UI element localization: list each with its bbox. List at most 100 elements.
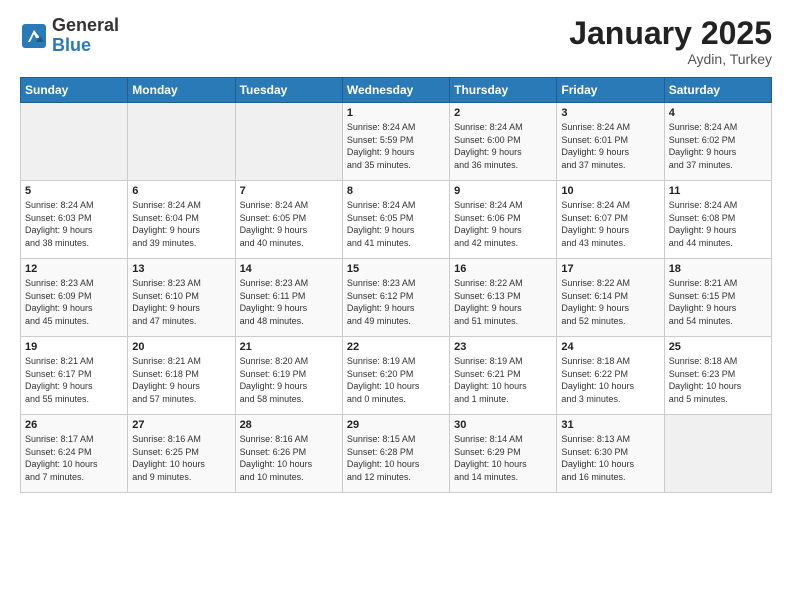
day-info: Sunrise: 8:24 AM Sunset: 6:06 PM Dayligh… [454,199,552,249]
calendar-cell [664,415,771,493]
day-info: Sunrise: 8:23 AM Sunset: 6:10 PM Dayligh… [132,277,230,327]
day-info: Sunrise: 8:24 AM Sunset: 6:07 PM Dayligh… [561,199,659,249]
day-info: Sunrise: 8:19 AM Sunset: 6:20 PM Dayligh… [347,355,445,405]
day-number: 26 [25,419,123,431]
day-info: Sunrise: 8:17 AM Sunset: 6:24 PM Dayligh… [25,433,123,483]
day-number: 17 [561,263,659,275]
day-number: 5 [25,185,123,197]
day-number: 16 [454,263,552,275]
day-number: 6 [132,185,230,197]
day-info: Sunrise: 8:19 AM Sunset: 6:21 PM Dayligh… [454,355,552,405]
day-info: Sunrise: 8:20 AM Sunset: 6:19 PM Dayligh… [240,355,338,405]
day-number: 28 [240,419,338,431]
day-number: 25 [669,341,767,353]
day-info: Sunrise: 8:16 AM Sunset: 6:25 PM Dayligh… [132,433,230,483]
calendar-body: 1 Sunrise: 8:24 AM Sunset: 5:59 PM Daylig… [21,103,772,493]
day-number: 1 [347,107,445,119]
day-info: Sunrise: 8:24 AM Sunset: 6:05 PM Dayligh… [240,199,338,249]
location: Aydin, Turkey [569,51,772,67]
col-saturday: Saturday [664,78,771,103]
calendar-cell [235,103,342,181]
calendar-cell: 6 Sunrise: 8:24 AM Sunset: 6:04 PM Daylig… [128,181,235,259]
day-info: Sunrise: 8:18 AM Sunset: 6:22 PM Dayligh… [561,355,659,405]
day-number: 2 [454,107,552,119]
day-info: Sunrise: 8:24 AM Sunset: 6:04 PM Dayligh… [132,199,230,249]
col-friday: Friday [557,78,664,103]
day-info: Sunrise: 8:13 AM Sunset: 6:30 PM Dayligh… [561,433,659,483]
day-info: Sunrise: 8:24 AM Sunset: 6:08 PM Dayligh… [669,199,767,249]
calendar-cell: 13 Sunrise: 8:23 AM Sunset: 6:10 PM Dayli… [128,259,235,337]
calendar-cell: 17Sunrise: 8:22 AM Sunset: 6:14 PM Dayli… [557,259,664,337]
day-number: 30 [454,419,552,431]
day-number: 8 [347,185,445,197]
day-info: Sunrise: 8:22 AM Sunset: 6:13 PM Dayligh… [454,277,552,327]
calendar-cell: 20Sunrise: 8:21 AM Sunset: 6:18 PM Dayli… [128,337,235,415]
logo-text: General Blue [52,16,119,56]
calendar-cell: 31 Sunrise: 8:13 AM Sunset: 6:30 PM Dayli… [557,415,664,493]
header: General Blue January 2025 Aydin, Turkey [20,16,772,67]
calendar-table: Sunday Monday Tuesday Wednesday Thursday… [20,77,772,493]
week-row-5: 26 Sunrise: 8:17 AM Sunset: 6:24 PM Dayli… [21,415,772,493]
logo: General Blue [20,16,119,56]
calendar-cell: 23 Sunrise: 8:19 AM Sunset: 6:21 PM Dayli… [450,337,557,415]
col-tuesday: Tuesday [235,78,342,103]
calendar-cell: 26 Sunrise: 8:17 AM Sunset: 6:24 PM Dayli… [21,415,128,493]
calendar-cell: 27Sunrise: 8:16 AM Sunset: 6:25 PM Dayli… [128,415,235,493]
day-info: Sunrise: 8:24 AM Sunset: 6:02 PM Dayligh… [669,121,767,171]
calendar-cell: 25Sunrise: 8:18 AM Sunset: 6:23 PM Dayli… [664,337,771,415]
day-number: 18 [669,263,767,275]
day-number: 7 [240,185,338,197]
calendar-cell: 7 Sunrise: 8:24 AM Sunset: 6:05 PM Daylig… [235,181,342,259]
day-number: 11 [669,185,767,197]
calendar-cell: 16 Sunrise: 8:22 AM Sunset: 6:13 PM Dayli… [450,259,557,337]
day-number: 12 [25,263,123,275]
calendar-cell: 19 Sunrise: 8:21 AM Sunset: 6:17 PM Dayli… [21,337,128,415]
calendar-cell: 10 Sunrise: 8:24 AM Sunset: 6:07 PM Dayli… [557,181,664,259]
calendar-cell: 30 Sunrise: 8:14 AM Sunset: 6:29 PM Dayli… [450,415,557,493]
calendar-cell: 1 Sunrise: 8:24 AM Sunset: 5:59 PM Daylig… [342,103,449,181]
day-number: 31 [561,419,659,431]
calendar-cell: 4 Sunrise: 8:24 AM Sunset: 6:02 PM Daylig… [664,103,771,181]
day-number: 14 [240,263,338,275]
day-number: 23 [454,341,552,353]
calendar-cell [128,103,235,181]
calendar-cell: 22 Sunrise: 8:19 AM Sunset: 6:20 PM Dayli… [342,337,449,415]
logo-icon [20,22,48,50]
calendar-cell: 9Sunrise: 8:24 AM Sunset: 6:06 PM Daylig… [450,181,557,259]
day-info: Sunrise: 8:21 AM Sunset: 6:17 PM Dayligh… [25,355,123,405]
week-row-2: 5 Sunrise: 8:24 AM Sunset: 6:03 PM Daylig… [21,181,772,259]
day-info: Sunrise: 8:15 AM Sunset: 6:28 PM Dayligh… [347,433,445,483]
day-info: Sunrise: 8:24 AM Sunset: 5:59 PM Dayligh… [347,121,445,171]
calendar-header: Sunday Monday Tuesday Wednesday Thursday… [21,78,772,103]
day-number: 10 [561,185,659,197]
day-number: 22 [347,341,445,353]
day-info: Sunrise: 8:24 AM Sunset: 6:00 PM Dayligh… [454,121,552,171]
calendar-cell: 21 Sunrise: 8:20 AM Sunset: 6:19 PM Dayli… [235,337,342,415]
day-info: Sunrise: 8:14 AM Sunset: 6:29 PM Dayligh… [454,433,552,483]
day-info: Sunrise: 8:16 AM Sunset: 6:26 PM Dayligh… [240,433,338,483]
header-row: Sunday Monday Tuesday Wednesday Thursday… [21,78,772,103]
col-sunday: Sunday [21,78,128,103]
calendar-cell: 24Sunrise: 8:18 AM Sunset: 6:22 PM Dayli… [557,337,664,415]
calendar-cell: 12 Sunrise: 8:23 AM Sunset: 6:09 PM Dayli… [21,259,128,337]
month-year: January 2025 [569,16,772,51]
col-wednesday: Wednesday [342,78,449,103]
col-monday: Monday [128,78,235,103]
day-number: 4 [669,107,767,119]
calendar-cell: 2 Sunrise: 8:24 AM Sunset: 6:00 PM Daylig… [450,103,557,181]
col-thursday: Thursday [450,78,557,103]
day-number: 21 [240,341,338,353]
day-info: Sunrise: 8:24 AM Sunset: 6:03 PM Dayligh… [25,199,123,249]
calendar-cell: 3Sunrise: 8:24 AM Sunset: 6:01 PM Daylig… [557,103,664,181]
calendar-cell: 11 Sunrise: 8:24 AM Sunset: 6:08 PM Dayli… [664,181,771,259]
week-row-1: 1 Sunrise: 8:24 AM Sunset: 5:59 PM Daylig… [21,103,772,181]
logo-blue-text: Blue [52,36,119,56]
day-info: Sunrise: 8:24 AM Sunset: 6:05 PM Dayligh… [347,199,445,249]
day-number: 13 [132,263,230,275]
day-info: Sunrise: 8:21 AM Sunset: 6:15 PM Dayligh… [669,277,767,327]
day-number: 19 [25,341,123,353]
day-info: Sunrise: 8:23 AM Sunset: 6:09 PM Dayligh… [25,277,123,327]
week-row-3: 12 Sunrise: 8:23 AM Sunset: 6:09 PM Dayli… [21,259,772,337]
week-row-4: 19 Sunrise: 8:21 AM Sunset: 6:17 PM Dayli… [21,337,772,415]
day-number: 3 [561,107,659,119]
